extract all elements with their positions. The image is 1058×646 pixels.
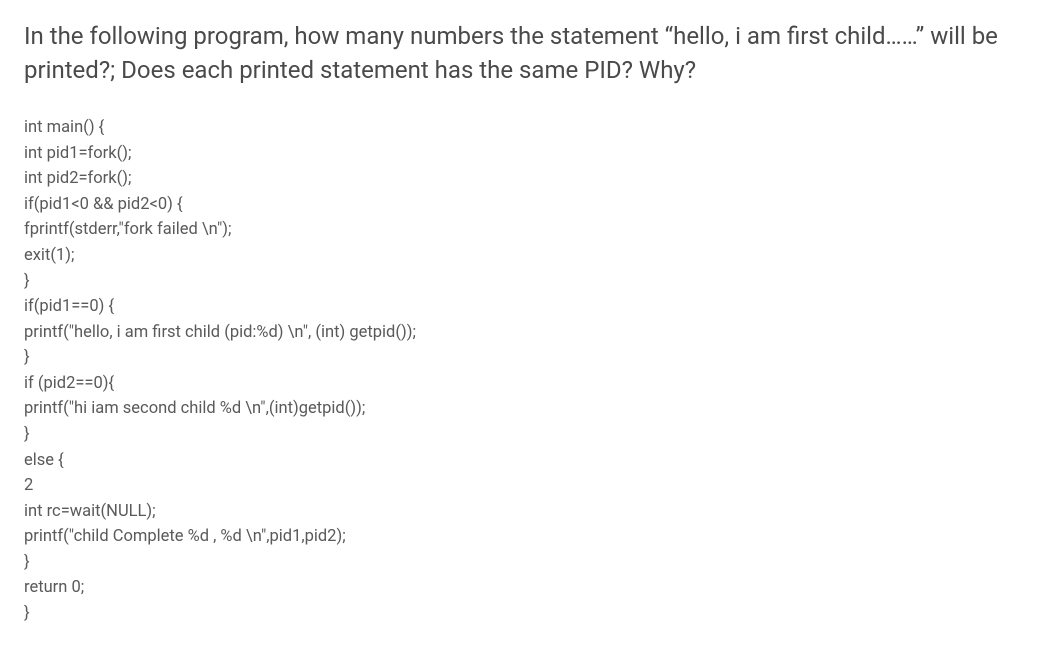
question-text: In the following program, how many numbe… [24,20,1034,87]
code-block: int main() { int pid1=fork(); int pid2=f… [24,115,1034,626]
